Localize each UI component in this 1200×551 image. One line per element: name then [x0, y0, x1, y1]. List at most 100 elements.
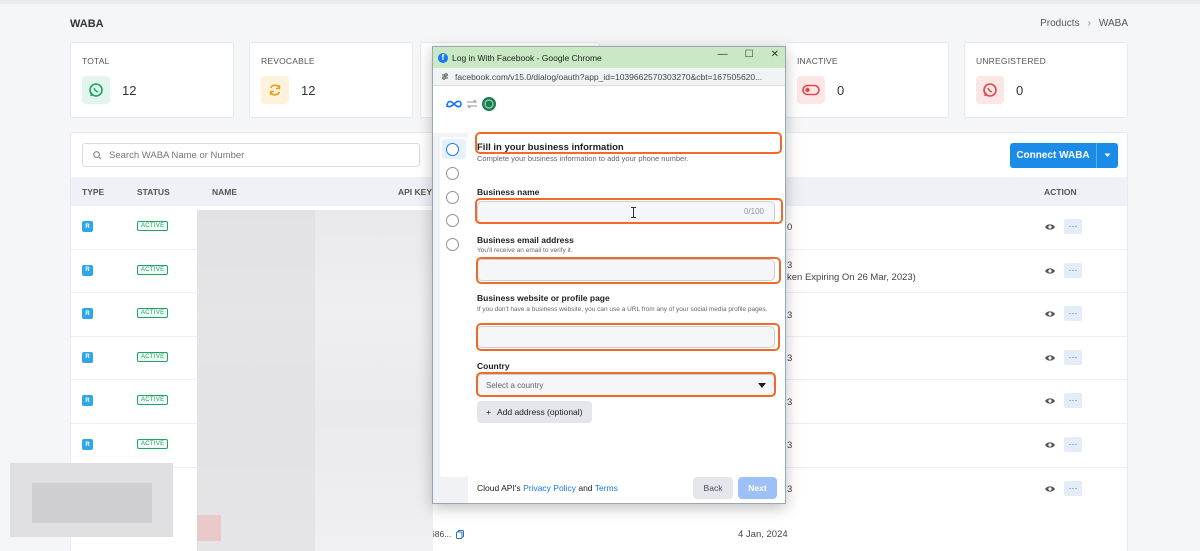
chevron-down-icon[interactable] — [1096, 143, 1118, 168]
facebook-login-window: f Log in With Facebook - Google Chrome —… — [432, 46, 786, 504]
connection-logos — [433, 86, 785, 122]
add-address-label: Add address (optional) — [496, 407, 583, 417]
more-options-button[interactable]: ··· — [1064, 306, 1082, 322]
business-name-field[interactable]: 0/100 — [477, 201, 775, 223]
redacted-names — [197, 210, 433, 551]
breadcrumb-products[interactable]: Products — [1040, 18, 1079, 29]
caret-down-icon — [758, 382, 766, 388]
search-box[interactable] — [82, 143, 420, 167]
stat-value: 0 — [837, 83, 845, 98]
swap-arrows-icon — [466, 99, 478, 109]
eye-icon[interactable] — [1044, 352, 1056, 364]
facebook-icon: f — [438, 52, 448, 63]
whatsapp-icon — [976, 76, 1004, 104]
breadcrumb-waba: WABA — [1098, 18, 1128, 29]
header-api-key: API KEY — [398, 187, 433, 197]
address-bar: facebook.com/v15.0/dialog/oauth?app_id=1… — [433, 68, 785, 86]
plus-icon: + — [486, 407, 491, 417]
back-button[interactable]: Back — [693, 477, 733, 499]
eye-icon[interactable] — [1044, 439, 1056, 451]
eye-icon[interactable] — [1044, 308, 1056, 320]
header-status: STATUS — [137, 187, 170, 197]
top-divider — [0, 0, 1200, 4]
copy-icon[interactable] — [456, 529, 465, 539]
form-subtitle: Complete your business information to ad… — [477, 154, 689, 163]
business-name-input[interactable] — [478, 202, 774, 223]
eye-icon[interactable] — [1044, 395, 1056, 407]
maximize-icon[interactable]: ☐ — [745, 49, 754, 60]
status-badge: ACTIVE — [137, 395, 169, 406]
url-text[interactable]: facebook.com/v15.0/dialog/oauth?app_id=1… — [455, 72, 762, 82]
window-title: Log in With Facebook - Google Chrome — [452, 52, 602, 63]
api-key-cell: 686... — [430, 529, 465, 539]
business-name-label: Business name — [477, 187, 540, 197]
eye-icon[interactable] — [1044, 221, 1056, 233]
header-type: TYPE — [82, 187, 105, 197]
stat-label: REVOCABLE — [261, 56, 315, 66]
search-icon — [93, 150, 102, 159]
step-4-icon — [446, 214, 459, 227]
more-options-button[interactable]: ··· — [1064, 393, 1082, 409]
next-button[interactable]: Next — [738, 477, 777, 499]
minimize-icon[interactable]: — — [718, 49, 728, 60]
connect-waba-button[interactable]: Connect WABA — [1010, 143, 1118, 168]
step-1-icon — [446, 143, 459, 156]
email-field[interactable] — [477, 259, 775, 281]
website-input[interactable] — [478, 327, 774, 348]
type-badge: R — [82, 439, 93, 450]
more-options-button[interactable]: ··· — [1064, 219, 1082, 234]
redacted-block — [197, 515, 221, 541]
whatsapp-icon — [82, 76, 110, 104]
date-fragment: 3 — [787, 397, 793, 408]
date-fragment: 3 — [787, 484, 793, 495]
more-options-button[interactable]: ··· — [1064, 437, 1082, 452]
business-info-form: Fill in your business information Comple… — [468, 133, 785, 503]
header-name: NAME — [212, 187, 238, 197]
privacy-policy-link[interactable]: Privacy Policy — [523, 483, 576, 493]
footer-prefix: Cloud API's — [477, 483, 521, 493]
type-badge: R — [82, 264, 93, 276]
website-label: Business website or profile page — [477, 293, 610, 303]
eye-icon[interactable] — [1044, 265, 1056, 277]
stat-card-revocable: REVOCABLE 12 — [249, 42, 413, 118]
stat-card-total: TOTAL 12 — [70, 42, 234, 118]
type-badge: R — [82, 351, 93, 363]
more-options-button[interactable]: ··· — [1064, 480, 1082, 496]
header-action: ACTION — [1044, 187, 1077, 197]
site-info-icon[interactable] — [441, 72, 449, 81]
breadcrumb: Products › WABA — [1040, 18, 1128, 29]
char-counter: 0/100 — [743, 207, 764, 216]
add-address-button[interactable]: + Add address (optional) — [477, 401, 592, 423]
text-cursor-icon — [631, 207, 636, 218]
step-2-icon — [446, 167, 459, 180]
step-indicator — [440, 137, 468, 477]
close-icon[interactable]: ✕ — [771, 49, 779, 60]
date-fragment: 3 — [787, 260, 793, 271]
refresh-icon — [261, 76, 289, 104]
status-badge: ACTIVE — [137, 221, 169, 231]
search-input[interactable] — [109, 149, 409, 161]
country-select[interactable]: Select a country — [477, 374, 775, 396]
type-badge: R — [82, 395, 93, 407]
date-fragment: 4 Jan, 2024 — [738, 529, 788, 540]
more-options-button[interactable]: ··· — [1064, 349, 1082, 365]
country-placeholder: Select a country — [486, 380, 544, 390]
stat-label: INACTIVE — [797, 56, 838, 66]
terms-link[interactable]: Terms — [595, 483, 618, 493]
window-controls: — ☐ ✕ — [718, 49, 779, 60]
eye-icon[interactable] — [1044, 483, 1056, 495]
api-key-fragment: 686... — [430, 529, 452, 539]
terms-footer: Cloud API's Privacy Policy and Terms — [477, 483, 618, 493]
form-title: Fill in your business information — [477, 142, 624, 153]
connect-waba-label[interactable]: Connect WABA — [1010, 143, 1096, 168]
website-field[interactable] — [477, 326, 775, 348]
email-input[interactable] — [478, 260, 774, 281]
token-expiry-note: ken Expiring On 26 Mar, 2023) — [787, 272, 916, 283]
more-options-button[interactable]: ··· — [1064, 262, 1082, 278]
date-fragment: 3 — [787, 353, 793, 364]
status-badge: ACTIVE — [137, 351, 169, 362]
toggle-off-icon — [797, 76, 825, 104]
status-badge: ACTIVE — [137, 308, 169, 319]
step-5-icon — [446, 238, 459, 251]
window-title-bar: f Log in With Facebook - Google Chrome —… — [433, 47, 785, 68]
